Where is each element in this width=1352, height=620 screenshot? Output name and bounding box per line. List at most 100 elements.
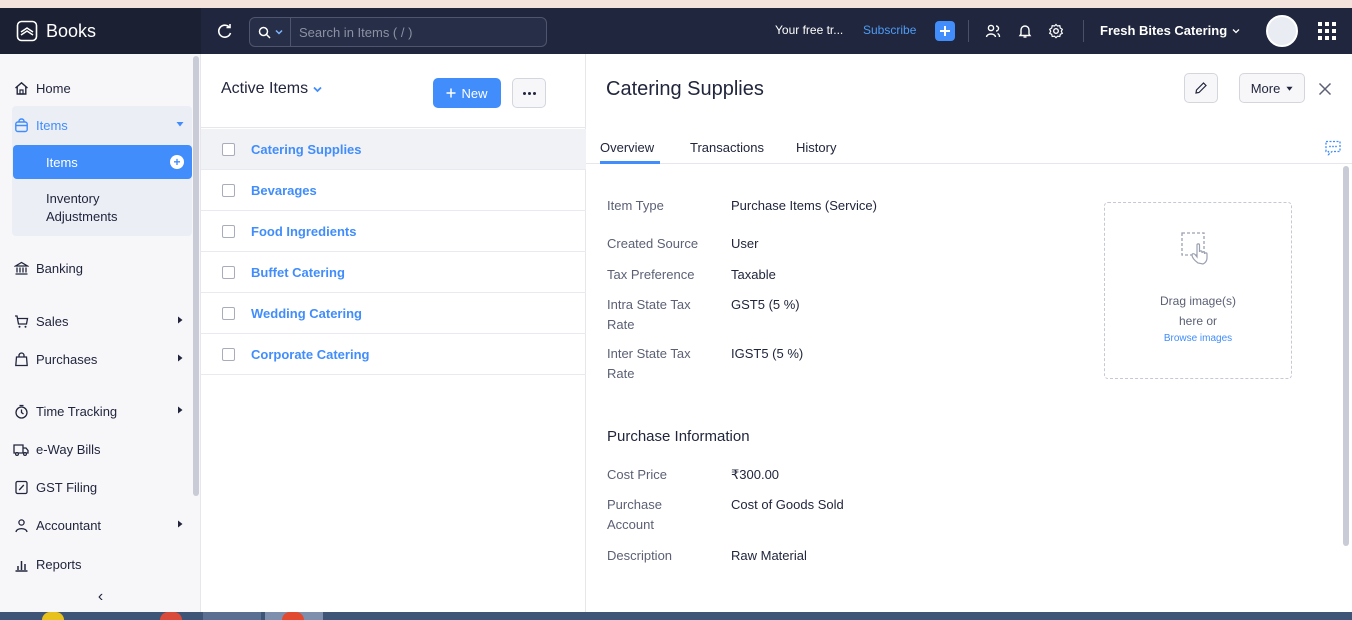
list-header: Active Items New: [201, 54, 586, 128]
caret-down-icon: [1286, 86, 1293, 91]
sidebar-item-sales[interactable]: Sales: [12, 305, 192, 337]
item-name-link[interactable]: Food Ingredients: [251, 224, 356, 239]
dropzone-line: Drag image(s): [1159, 294, 1237, 308]
organization-switcher[interactable]: Fresh Bites Catering: [1100, 23, 1241, 38]
sidebar-scrollbar[interactable]: [193, 56, 199, 496]
list-item[interactable]: Food Ingredients: [201, 211, 586, 252]
tab-overview[interactable]: Overview: [600, 140, 654, 155]
more-options-button[interactable]: [512, 78, 546, 108]
intra-state-tax-label: Intra State Tax Rate: [607, 295, 712, 335]
add-item-icon[interactable]: +: [170, 155, 184, 169]
gear-icon[interactable]: [1046, 21, 1066, 41]
sidebar-item-label: Time Tracking: [36, 403, 118, 419]
sidebar-item-banking[interactable]: Banking: [12, 252, 192, 284]
view-selector[interactable]: Active Items: [221, 80, 323, 98]
sidebar-item-label: GST Filing: [36, 479, 98, 495]
sidebar-item-purchases[interactable]: Purchases: [12, 343, 192, 375]
bell-icon[interactable]: [1015, 21, 1035, 41]
sidebar-subitem-items[interactable]: Items +: [13, 145, 192, 179]
books-logo-icon: [16, 20, 38, 42]
row-checkbox[interactable]: [222, 142, 235, 156]
avatar[interactable]: [1266, 15, 1298, 47]
stopwatch-icon: [12, 402, 30, 420]
close-button[interactable]: [1316, 80, 1334, 98]
row-checkbox[interactable]: [222, 183, 235, 197]
brand[interactable]: Books: [0, 8, 201, 54]
sidebar-subitem-inventory-adjustments[interactable]: Inventory Adjustments: [46, 190, 118, 226]
row-checkbox[interactable]: [222, 347, 235, 361]
list-item[interactable]: Catering Supplies: [201, 129, 586, 170]
row-checkbox[interactable]: [222, 306, 235, 320]
search-input[interactable]: [291, 24, 531, 40]
taskbar-app-icon[interactable]: [160, 612, 182, 620]
item-name-link[interactable]: Corporate Catering: [251, 347, 369, 362]
search-bar: [249, 17, 547, 47]
tab-history[interactable]: History: [796, 140, 836, 155]
intra-state-tax-value: GST5 (5 %): [731, 297, 800, 312]
label-line: Intra State Tax: [607, 297, 691, 312]
item-name-link[interactable]: Bevarages: [251, 183, 317, 198]
sidebar-item-time-tracking[interactable]: Time Tracking: [12, 395, 192, 427]
pencil-icon: [1195, 82, 1207, 94]
tab-transactions[interactable]: Transactions: [690, 140, 764, 155]
page-title: Catering Supplies: [606, 78, 764, 100]
detail-tabs: Overview Transactions History: [586, 128, 1352, 164]
recent-activity-icon[interactable]: [213, 19, 237, 43]
sidebar-item-eway-bills[interactable]: e-Way Bills: [12, 433, 192, 465]
taskbar-app-icon[interactable]: [282, 612, 304, 620]
label-line: Rate: [607, 317, 635, 332]
item-name-link[interactable]: Wedding Catering: [251, 306, 362, 321]
list-item[interactable]: Buffet Catering: [201, 252, 586, 293]
close-icon: [1318, 82, 1332, 96]
list-item[interactable]: Corporate Catering: [201, 334, 586, 375]
sidebar-item-accountant[interactable]: Accountant: [12, 509, 192, 541]
image-dropzone[interactable]: Drag image(s) here or Browse images: [1104, 202, 1292, 379]
detail-scrollbar[interactable]: [1343, 166, 1349, 546]
purchase-account-value: Cost of Goods Sold: [731, 497, 844, 512]
top-header: Books Your free tr... Subscribe Fresh Bi…: [0, 8, 1352, 54]
sidebar-item-gst-filing[interactable]: GST Filing: [12, 471, 192, 503]
dropzone-text: Drag image(s) here or: [1160, 291, 1236, 331]
plus-icon: [940, 26, 950, 36]
cart-icon: [12, 312, 30, 330]
caret-right-icon: [178, 406, 183, 414]
shopping-bag-icon: [12, 350, 30, 368]
comment-icon[interactable]: [1324, 139, 1342, 157]
sidebar-item-label: Purchases: [36, 351, 98, 367]
sidebar-item-home[interactable]: Home: [12, 72, 192, 104]
item-name-link[interactable]: Catering Supplies: [251, 142, 362, 157]
taskbar-app-icon[interactable]: [203, 612, 261, 620]
edit-button[interactable]: [1184, 73, 1218, 103]
list-item[interactable]: Bevarages: [201, 170, 586, 211]
label-line: Inter State Tax: [607, 346, 691, 361]
item-name-link[interactable]: Buffet Catering: [251, 265, 345, 280]
sidebar-item-items[interactable]: Items: [12, 109, 192, 141]
subscribe-link[interactable]: Subscribe: [863, 23, 916, 37]
search-scope-dropdown[interactable]: [250, 18, 291, 46]
sidebar-item-label: Home: [36, 80, 71, 96]
browse-images-link[interactable]: Browse images: [1164, 333, 1232, 344]
description-label: Description: [607, 548, 673, 563]
collapse-sidebar-button[interactable]: ‹: [0, 582, 201, 612]
users-icon[interactable]: [983, 21, 1003, 41]
app-grid-icon[interactable]: [1318, 22, 1336, 40]
organization-name: Fresh Bites Catering: [1100, 23, 1228, 38]
chevron-down-icon: [1232, 28, 1240, 33]
active-tab-indicator: [600, 161, 660, 164]
more-actions-button[interactable]: More: [1239, 73, 1305, 103]
new-item-button[interactable]: New: [433, 78, 501, 108]
list-item[interactable]: Wedding Catering: [201, 293, 586, 334]
row-checkbox[interactable]: [222, 224, 235, 238]
item-type-value: Purchase Items (Service): [731, 198, 877, 213]
chevron-down-icon: [275, 29, 283, 35]
row-checkbox[interactable]: [222, 265, 235, 279]
taskbar-app-icon[interactable]: [42, 612, 64, 620]
sidebar: Home Items Items + Inventory Adjustments…: [0, 54, 201, 612]
search-icon: [258, 26, 271, 39]
sidebar-item-label: Inventory: [46, 191, 100, 206]
header-divider: [968, 20, 969, 42]
quick-create-button[interactable]: [935, 21, 955, 41]
sidebar-item-reports[interactable]: Reports: [12, 548, 192, 580]
trial-text[interactable]: Your free tr...: [775, 23, 843, 37]
sidebar-item-label: Accountant: [36, 517, 102, 533]
